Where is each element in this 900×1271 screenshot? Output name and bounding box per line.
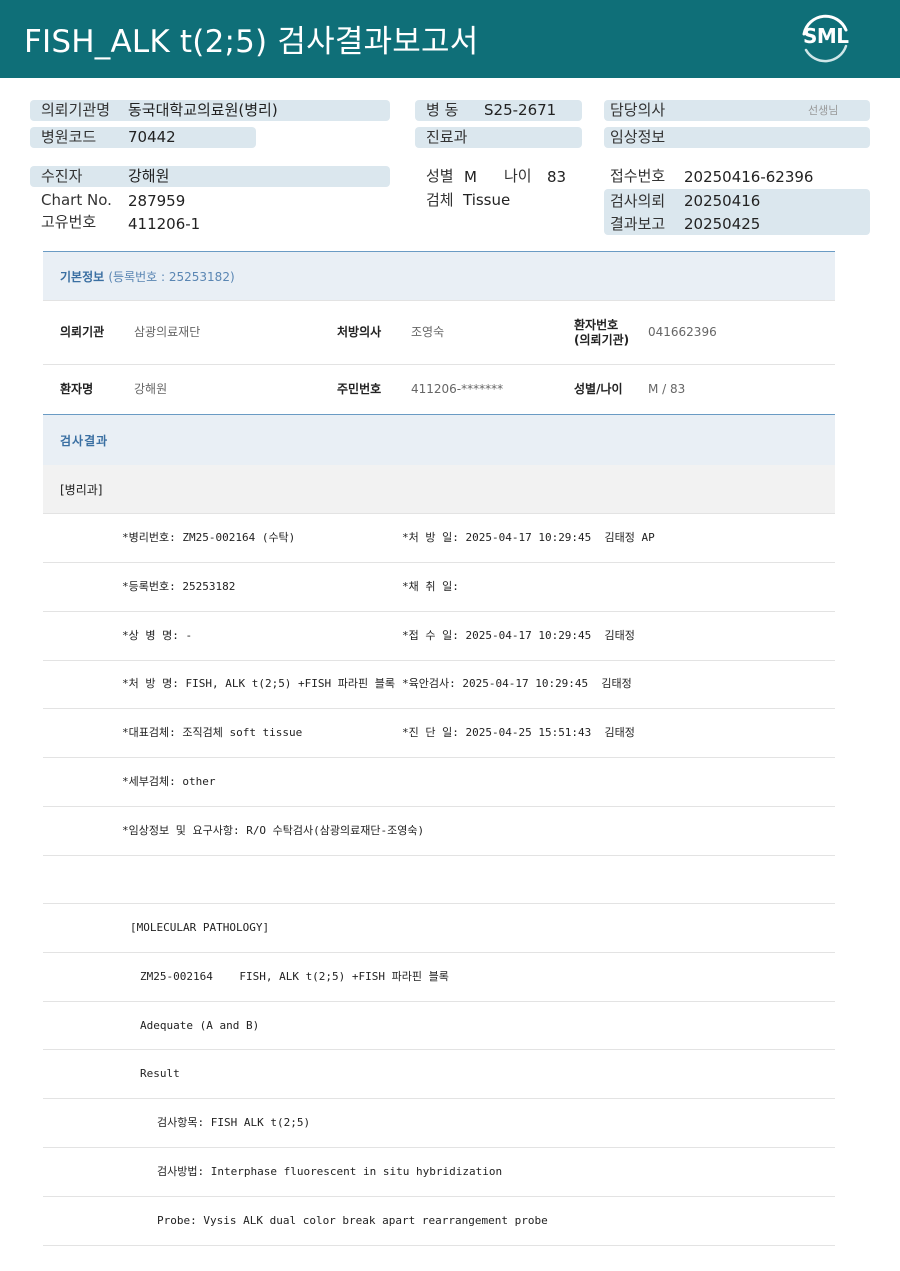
clinical-label: 임상정보 bbox=[610, 128, 666, 146]
receipt-label: 접수번호 bbox=[610, 167, 666, 185]
chart-value: 287959 bbox=[128, 192, 186, 210]
sml-logo-text: SML bbox=[803, 24, 849, 48]
result-row-left: *상 병 명: - bbox=[122, 629, 193, 642]
basic-presc-value: 조영숙 bbox=[411, 325, 445, 339]
patient-label: 수진자 bbox=[41, 167, 83, 185]
divider bbox=[43, 1049, 835, 1050]
adequate-text: Adequate (A and B) bbox=[140, 1019, 260, 1032]
divider bbox=[43, 757, 835, 758]
result-row-left: *병리번호: ZM25-002164 (수탁) bbox=[122, 531, 296, 544]
uid-value: 411206-1 bbox=[128, 215, 201, 233]
result-row-right: *채 취 일: bbox=[402, 580, 459, 593]
patient-bar bbox=[30, 166, 390, 187]
divider bbox=[43, 300, 835, 301]
hosp-code-value: 70442 bbox=[128, 128, 176, 146]
basic-sexage-value: M / 83 bbox=[648, 382, 686, 396]
sex-value: M bbox=[464, 168, 477, 186]
divider bbox=[43, 806, 835, 807]
basic-info-title: 기본정보 (등록번호 : 25253182) bbox=[60, 270, 235, 284]
ward-label: 병 동 bbox=[426, 101, 459, 119]
doctor-label: 담당의사 bbox=[610, 101, 666, 119]
divider bbox=[43, 1147, 835, 1148]
divider bbox=[43, 364, 835, 365]
req-date-label: 검사의뢰 bbox=[610, 192, 666, 210]
divider bbox=[43, 708, 835, 709]
ward-value: S25-2671 bbox=[484, 101, 557, 119]
divider bbox=[43, 1098, 835, 1099]
specimen-value: Tissue bbox=[463, 191, 511, 209]
probe-text: Probe: Vysis ALK dual color break apart … bbox=[157, 1214, 548, 1227]
result-header: 검사결과 bbox=[43, 414, 835, 465]
basic-org-label: 의뢰기관 bbox=[60, 325, 105, 339]
result-row-left: *처 방 명: FISH, ALK t(2;5) +FISH 파라핀 블록 bbox=[122, 677, 396, 690]
result-row-right: *진 단 일: 2025-04-25 15:51:43 김태정 bbox=[402, 726, 635, 739]
sex-label: 성별 bbox=[426, 167, 454, 185]
divider bbox=[43, 611, 835, 612]
basic-org-value: 삼광의료재단 bbox=[134, 325, 201, 339]
basic-rrn-label: 주민번호 bbox=[337, 382, 382, 396]
result-dept-bar: [병리과] bbox=[43, 465, 835, 514]
result-row-right: *처 방 일: 2025-04-17 10:29:45 김태정 AP bbox=[402, 531, 655, 544]
result-label: Result bbox=[140, 1067, 180, 1080]
basic-name-value: 강해원 bbox=[134, 382, 168, 396]
req-date-value: 20250416 bbox=[684, 192, 761, 210]
basic-rrn-value: 411206-******* bbox=[411, 382, 504, 396]
mol-line: ZM25-002164 FISH, ALK t(2;5) +FISH 파라핀 블… bbox=[140, 970, 449, 983]
mol-title: [MOLECULAR PATHOLOGY] bbox=[130, 921, 270, 934]
divider bbox=[43, 1245, 835, 1246]
age-label: 나이 bbox=[504, 167, 532, 185]
req-org-label: 의뢰기관명 bbox=[41, 101, 111, 119]
specimen-label: 검체 bbox=[426, 191, 454, 209]
basic-pid-label-2: (의뢰기관) bbox=[574, 333, 630, 347]
basic-info-header: 기본정보 (등록번호 : 25253182) bbox=[43, 251, 835, 301]
uid-label: 고유번호 bbox=[41, 213, 97, 231]
age-value: 83 bbox=[547, 168, 567, 186]
result-title: 검사결과 bbox=[60, 434, 109, 448]
dept-label: 진료과 bbox=[426, 128, 468, 146]
basic-presc-label: 처방의사 bbox=[337, 325, 382, 339]
test-item: 검사항목: FISH ALK t(2;5) bbox=[157, 1116, 311, 1129]
patient-value: 강해원 bbox=[128, 167, 170, 185]
result-row-left: *세부검체: other bbox=[122, 775, 216, 788]
result-row-left: *임상정보 및 요구사항: R/O 수탁검사(삼광의료재단-조영숙) bbox=[122, 824, 425, 837]
basic-pid-value: 041662396 bbox=[648, 325, 717, 339]
report-date-value: 20250425 bbox=[684, 215, 761, 233]
result-row-right: *육안검사: 2025-04-17 10:29:45 김태정 bbox=[402, 677, 632, 690]
chart-label: Chart No. bbox=[41, 191, 112, 209]
divider bbox=[43, 855, 835, 856]
divider bbox=[43, 952, 835, 953]
basic-name-label: 환자명 bbox=[60, 382, 94, 396]
doctor-suffix: 선생님 bbox=[808, 104, 839, 117]
result-row-right: *접 수 일: 2025-04-17 10:29:45 김태정 bbox=[402, 629, 635, 642]
divider bbox=[43, 1001, 835, 1002]
test-method: 검사방법: Interphase fluorescent in situ hyb… bbox=[157, 1165, 503, 1178]
result-row-left: *대표검체: 조직검체 soft tissue bbox=[122, 726, 303, 739]
req-org-value: 동국대학교의료원(병리) bbox=[128, 101, 278, 119]
divider bbox=[43, 562, 835, 563]
result-dept: [병리과] bbox=[60, 483, 103, 497]
basic-info-reg: (등록번호 : 25253182) bbox=[108, 270, 235, 284]
divider bbox=[43, 903, 835, 904]
divider bbox=[43, 1196, 835, 1197]
basic-sexage-label: 성별/나이 bbox=[574, 382, 623, 396]
result-row-left: *등록번호: 25253182 bbox=[122, 580, 236, 593]
report-title: FISH_ALK t(2;5) 검사결과보고서 bbox=[24, 24, 479, 60]
basic-pid-label-1: 환자번호 bbox=[574, 318, 619, 332]
report-date-label: 결과보고 bbox=[610, 215, 666, 233]
divider bbox=[43, 660, 835, 661]
hosp-code-label: 병원코드 bbox=[41, 128, 97, 146]
receipt-value: 20250416-62396 bbox=[684, 168, 814, 186]
report-header: FISH_ALK t(2;5) 검사결과보고서 SML bbox=[0, 0, 900, 78]
